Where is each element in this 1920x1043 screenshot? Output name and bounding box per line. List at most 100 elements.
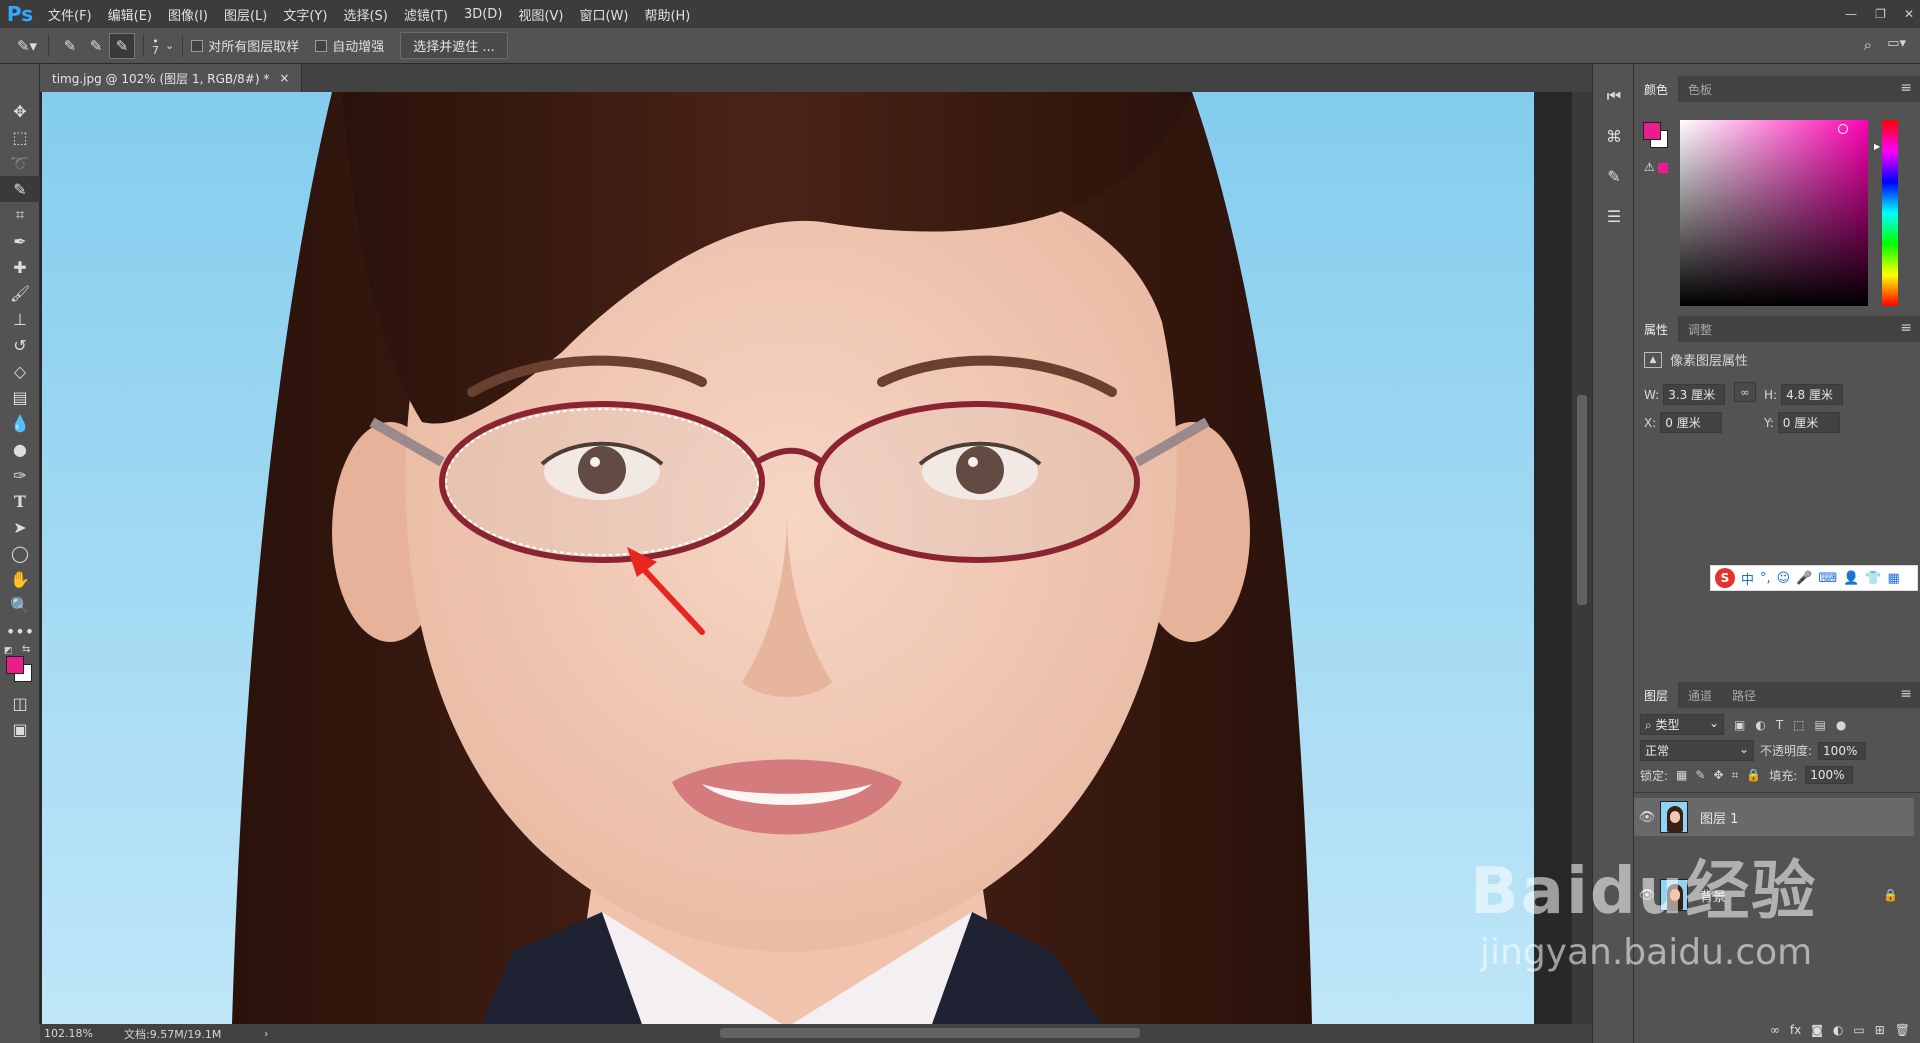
new-selection-brush-icon[interactable]: ✎ xyxy=(57,33,83,59)
type-tool-icon[interactable]: T xyxy=(0,488,40,514)
adjustments-panel-icon[interactable]: ☰ xyxy=(1593,196,1635,236)
subtract-selection-brush-icon[interactable]: ✎ xyxy=(109,32,135,59)
brush-size-picker[interactable]: • 7 ⌄ xyxy=(152,36,174,56)
fill-field[interactable]: 100% xyxy=(1805,766,1854,784)
new-group-icon[interactable]: ▭ xyxy=(1853,1023,1864,1037)
restore-icon[interactable]: ❐ xyxy=(1875,7,1886,21)
quick-selection-tool-icon[interactable]: ✎ xyxy=(0,176,40,202)
tab-adjustments[interactable]: 调整 xyxy=(1678,316,1722,342)
menu-view[interactable]: 视图(V) xyxy=(510,5,571,24)
menu-layer[interactable]: 图层(L) xyxy=(216,5,275,24)
out-of-gamut-warning-icon[interactable]: ⚠ xyxy=(1644,160,1655,174)
filter-smart-object-icon[interactable]: ▤ xyxy=(1815,718,1826,732)
menu-type[interactable]: 文字(Y) xyxy=(275,5,335,24)
height-field[interactable]: 4.8 厘米 xyxy=(1781,384,1844,405)
filter-type-icon[interactable]: T xyxy=(1776,718,1783,732)
new-adjustment-layer-icon[interactable]: ◐ xyxy=(1833,1023,1843,1037)
move-tool-icon[interactable]: ✥ xyxy=(0,98,40,124)
filter-shape-icon[interactable]: ⬚ xyxy=(1793,718,1804,732)
panel-menu-icon[interactable]: ≡ xyxy=(1900,80,1912,96)
sample-all-layers-checkbox[interactable]: 对所有图层取样 xyxy=(191,36,299,55)
zoom-level[interactable]: 102.18% xyxy=(44,1027,124,1040)
menu-select[interactable]: 选择(S) xyxy=(335,5,395,24)
search-icon[interactable]: ⌕ xyxy=(1864,36,1872,54)
horizontal-scrollbar-thumb[interactable] xyxy=(720,1028,1140,1038)
blur-tool-icon[interactable]: 💧 xyxy=(0,410,40,436)
foreground-color-swatch[interactable] xyxy=(6,656,24,674)
more-tools-icon[interactable]: ••• xyxy=(0,618,40,644)
width-field[interactable]: 3.3 厘米 xyxy=(1663,384,1726,405)
select-and-mask-button[interactable]: 选择并遮住 ... xyxy=(400,32,508,59)
vertical-scrollbar-thumb[interactable] xyxy=(1577,395,1587,605)
tool-preset-picker-icon[interactable]: ✎▾ xyxy=(14,33,40,59)
filter-adjustment-icon[interactable]: ◐ xyxy=(1755,718,1765,732)
lock-pixels-icon[interactable]: ✎ xyxy=(1695,768,1705,782)
hue-slider-handle-icon[interactable]: ▶ xyxy=(1874,142,1880,151)
document-tab[interactable]: timg.jpg @ 102% (图层 1, RGB/8#) * × xyxy=(40,64,303,92)
ime-language[interactable]: 中 xyxy=(1741,569,1754,588)
history-brush-tool-icon[interactable]: ↺ xyxy=(0,332,40,358)
quick-mask-icon[interactable]: ◫ xyxy=(0,690,40,716)
menu-3d[interactable]: 3D(D) xyxy=(456,7,510,22)
color-picker-cursor[interactable] xyxy=(1838,124,1848,134)
ime-toolbar[interactable]: S 中 °, ☺ 🎤 ⌨ 👤 👕 ▦ xyxy=(1710,565,1918,591)
opacity-field[interactable]: 100% xyxy=(1818,741,1867,760)
tool-presets-icon[interactable]: ✎ xyxy=(1593,156,1635,196)
blend-mode-select[interactable]: 正常 ⌄ xyxy=(1640,740,1754,761)
toolbox-icon[interactable]: ▦ xyxy=(1888,571,1900,586)
emoji-icon[interactable]: ☺ xyxy=(1777,571,1791,586)
link-layers-icon[interactable]: ∞ xyxy=(1770,1023,1780,1037)
punctuation-icon[interactable]: °, xyxy=(1760,571,1771,586)
marquee-tool-icon[interactable]: ⬚ xyxy=(0,124,40,150)
ellipse-tool-icon[interactable]: ◯ xyxy=(0,540,40,566)
swap-colors-icon[interactable]: ⇆ xyxy=(22,644,30,655)
tab-layers[interactable]: 图层 xyxy=(1634,682,1679,708)
menu-window[interactable]: 窗口(W) xyxy=(571,5,636,24)
lasso-tool-icon[interactable]: ➰ xyxy=(0,150,40,176)
document-canvas-image[interactable] xyxy=(42,92,1534,1024)
checkbox-box[interactable] xyxy=(315,39,328,52)
x-field[interactable]: 0 厘米 xyxy=(1660,412,1723,433)
default-colors-icon[interactable]: ◩ xyxy=(4,646,13,656)
eraser-tool-icon[interactable]: ◇ xyxy=(0,358,40,384)
path-selection-tool-icon[interactable]: ➤ xyxy=(0,514,40,540)
gamut-color-swatch[interactable] xyxy=(1658,163,1668,173)
brush-tool-icon[interactable]: 🖌 xyxy=(0,280,40,306)
new-layer-icon[interactable]: ⊞ xyxy=(1875,1023,1885,1037)
clone-stamp-tool-icon[interactable]: ⊥ xyxy=(0,306,40,332)
menu-filter[interactable]: 滤镜(T) xyxy=(396,5,456,24)
delete-layer-icon[interactable]: 🗑 xyxy=(1895,1023,1910,1037)
zoom-tool-icon[interactable]: 🔍 xyxy=(0,592,40,618)
tab-swatches[interactable]: 色板 xyxy=(1678,76,1722,102)
status-menu-arrow[interactable]: › xyxy=(264,1027,268,1040)
close-tab-icon[interactable]: × xyxy=(279,71,289,85)
layer-filter-select[interactable]: ⌕ 类型 ⌄ xyxy=(1640,714,1724,735)
panel-menu-icon[interactable]: ≡ xyxy=(1900,320,1912,336)
filter-toggle-icon[interactable]: ● xyxy=(1836,718,1846,732)
gradient-tool-icon[interactable]: ▤ xyxy=(0,384,40,410)
tab-channels[interactable]: 通道 xyxy=(1678,682,1722,708)
menu-file[interactable]: 文件(F) xyxy=(40,5,100,24)
pen-tool-icon[interactable]: ✑ xyxy=(0,462,40,488)
lock-position-icon[interactable]: ✥ xyxy=(1713,768,1723,782)
tab-paths[interactable]: 路径 xyxy=(1722,682,1766,708)
healing-brush-tool-icon[interactable]: ✚ xyxy=(0,254,40,280)
y-field[interactable]: 0 厘米 xyxy=(1777,412,1840,433)
foreground-color-swatch[interactable] xyxy=(1643,122,1661,140)
history-panel-icon[interactable]: ⏮ xyxy=(1593,76,1635,116)
brush-settings-icon[interactable]: ⌘ xyxy=(1593,116,1635,156)
user-icon[interactable]: 👤 xyxy=(1843,571,1859,586)
crop-tool-icon[interactable]: ⌗ xyxy=(0,202,40,228)
auto-enhance-checkbox[interactable]: 自动增强 xyxy=(315,36,384,55)
add-selection-brush-icon[interactable]: ✎ xyxy=(83,33,109,59)
panel-menu-icon[interactable]: ≡ xyxy=(1900,686,1912,702)
add-mask-icon[interactable]: ◙ xyxy=(1811,1023,1823,1037)
keyboard-icon[interactable]: ⌨ xyxy=(1818,571,1837,586)
screen-mode-icon[interactable]: ▣ xyxy=(0,716,40,742)
close-window-icon[interactable]: ✕ xyxy=(1904,7,1914,21)
microphone-icon[interactable]: 🎤 xyxy=(1796,571,1812,586)
filter-pixel-icon[interactable]: ▣ xyxy=(1734,718,1745,732)
dodge-tool-icon[interactable]: ● xyxy=(0,436,40,462)
tab-color[interactable]: 颜色 xyxy=(1634,76,1679,102)
sogou-logo-icon[interactable]: S xyxy=(1715,568,1735,588)
